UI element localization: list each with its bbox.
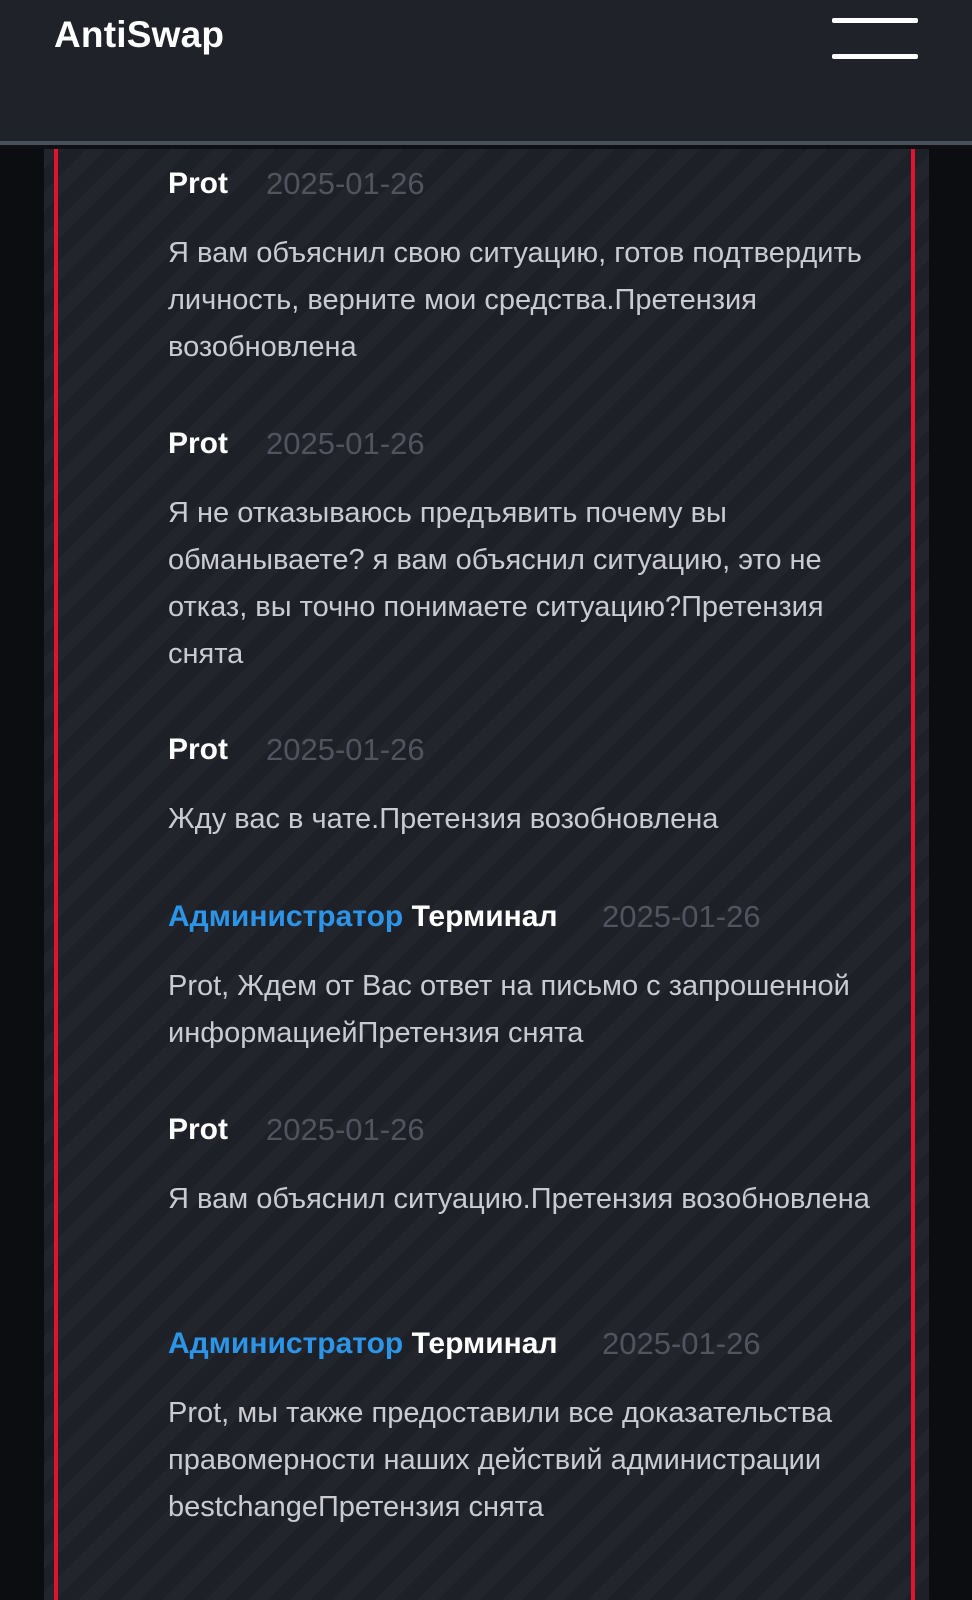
comment-header: Prot 2025-01-26	[168, 730, 888, 770]
comment-author: Prot	[168, 1110, 228, 1150]
comment-header: Администратор Терминал 2025-01-26	[168, 1324, 888, 1364]
comment-author: Prot	[168, 424, 228, 464]
admin-role-label: Администратор	[168, 1327, 404, 1360]
comment-header: Prot 2025-01-26	[168, 164, 888, 204]
author-name: Терминал	[411, 1327, 558, 1360]
comment-header: Администратор Терминал 2025-01-26	[168, 897, 888, 937]
comment-date: 2025-01-26	[266, 426, 425, 461]
comment-date: 2025-01-26	[266, 1112, 425, 1147]
author-name: Prot	[168, 1113, 228, 1146]
panel-border-right	[911, 149, 915, 1600]
comment-item: Prot 2025-01-26 Я не отказываюсь предъяв…	[168, 424, 888, 678]
comment-text: Prot, мы также предоставили все доказате…	[168, 1397, 833, 1523]
comment-author: Администратор Терминал	[168, 897, 558, 937]
author-name: Prot	[168, 733, 228, 766]
comment-item: Prot 2025-01-26 Я вам объяснил ситуацию.…	[168, 1110, 888, 1223]
comment-text: Жду вас в чате.Претензия возобновлена	[168, 803, 719, 835]
comment-item: Администратор Терминал 2025-01-26 Prot, …	[168, 1324, 888, 1531]
brand-logo-text[interactable]: AntiSwap	[54, 14, 224, 56]
comment-item: Prot 2025-01-26 Жду вас в чате.Претензия…	[168, 730, 888, 843]
left-gutter	[0, 149, 44, 1600]
comment-date: 2025-01-26	[266, 732, 425, 767]
comment-text: Я вам объяснил свою ситуацию, готов подт…	[168, 237, 862, 363]
comment-header: Prot 2025-01-26	[168, 424, 888, 464]
comment-item: Администратор Терминал 2025-01-26 Prot, …	[168, 897, 888, 1057]
comment-author: Prot	[168, 730, 228, 770]
hamburger-menu-icon[interactable]	[832, 18, 918, 62]
author-name: Терминал	[411, 900, 558, 933]
comment-text: Я не отказываюсь предъявить почему вы об…	[168, 497, 824, 670]
comment-header: Prot 2025-01-26	[168, 1110, 888, 1150]
comment-author: Администратор Терминал	[168, 1324, 558, 1364]
top-header: AntiSwap	[0, 0, 972, 145]
comment-date: 2025-01-26	[266, 166, 425, 201]
comment-date: 2025-01-26	[602, 899, 761, 934]
menu-line-top	[832, 18, 918, 23]
right-gutter	[929, 149, 972, 1600]
comment-item: Prot 2025-01-26 Я вам объяснил свою ситу…	[168, 164, 888, 371]
author-name: Prot	[168, 427, 228, 460]
admin-role-label: Администратор	[168, 900, 404, 933]
comment-text: Prot, Ждем от Вас ответ на письмо с запр…	[168, 970, 850, 1049]
comment-author: Prot	[168, 164, 228, 204]
menu-line-bottom	[832, 54, 918, 59]
panel-border-left	[54, 149, 58, 1600]
comment-text: Я вам объяснил ситуацию.Претензия возобн…	[168, 1183, 870, 1215]
author-name: Prot	[168, 167, 228, 200]
comment-date: 2025-01-26	[602, 1326, 761, 1361]
